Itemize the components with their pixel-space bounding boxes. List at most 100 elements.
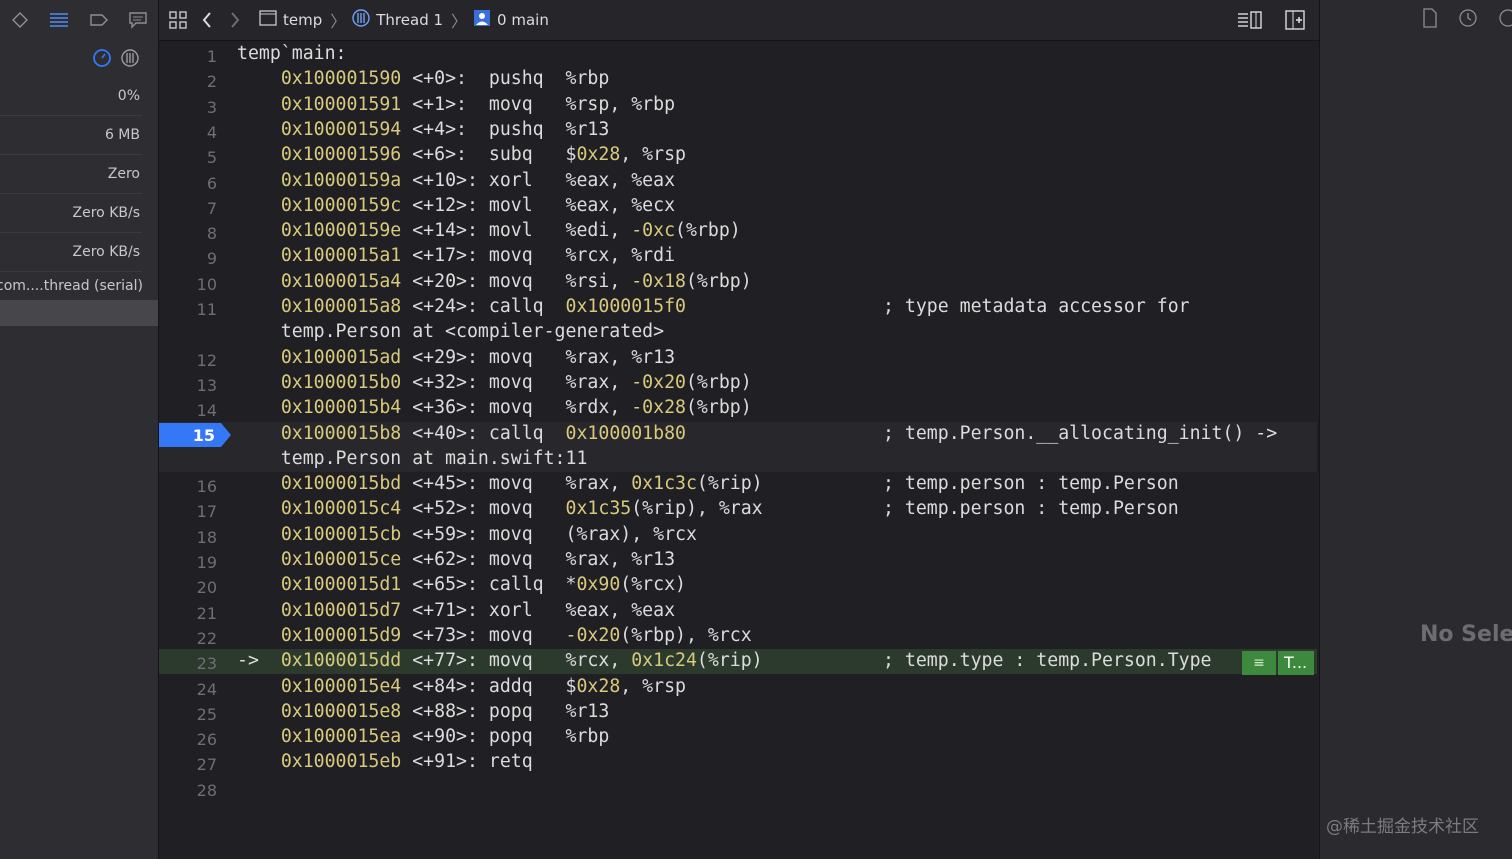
add-editor-icon[interactable] — [1285, 10, 1305, 30]
code-line[interactable]: 26 0x1000015ea <+90>: popq %rbp — [159, 725, 1317, 750]
line-number[interactable]: 14 — [159, 401, 217, 420]
forward-icon[interactable] — [229, 11, 241, 29]
cpu-gauge[interactable]: 0% — [0, 77, 142, 116]
line-number[interactable]: 20 — [159, 578, 217, 597]
energy-gauge[interactable]: Zero — [0, 155, 142, 194]
code-line[interactable]: 24 0x1000015e4 <+84>: addq $0x28, %rsp — [159, 675, 1317, 700]
report-navigator-icon[interactable] — [127, 9, 149, 31]
menu-lines-icon[interactable]: ≡ — [1242, 651, 1276, 675]
line-number[interactable]: 24 — [159, 680, 217, 699]
code-line[interactable]: 4 0x100001594 <+4>: pushq %r13 — [159, 118, 1317, 143]
code-line[interactable]: 3 0x100001591 <+1>: movq %rsp, %rbp — [159, 93, 1317, 118]
disk-gauge[interactable]: Zero KB/s — [0, 194, 142, 233]
crumb-project[interactable]: temp — [259, 10, 322, 30]
line-number[interactable]: 22 — [159, 629, 217, 648]
code-line[interactable]: 22 0x1000015d9 <+73>: movq -0x20(%rbp), … — [159, 624, 1317, 649]
line-number[interactable]: 19 — [159, 553, 217, 572]
line-number[interactable]: 25 — [159, 705, 217, 724]
line-number[interactable]: 1 — [159, 47, 217, 66]
chevron-right-icon: 〉 — [451, 12, 468, 31]
instruction-text: 0x1000015d9 <+73>: movq -0x20(%rbp), %rc… — [280, 624, 752, 646]
code-line[interactable]: 8 0x10000159e <+14>: movl %edi, -0xc(%rb… — [159, 219, 1317, 244]
instruction-address: 0x1000015b0 — [280, 371, 402, 393]
selected-frame-row[interactable] — [0, 300, 158, 326]
immediate-value: 0x28 — [576, 144, 621, 166]
code-line[interactable]: 10 0x1000015a4 <+20>: movq %rsi, -0x18(%… — [159, 270, 1317, 295]
code-line[interactable]: 14 0x1000015b4 <+36>: movq %rdx, -0x28(%… — [159, 396, 1317, 421]
debug-navigator-icon[interactable] — [48, 9, 70, 31]
related-items-icon[interactable] — [169, 11, 187, 29]
code-line[interactable]: 19 0x1000015ce <+62>: movq %rax, %r13 — [159, 548, 1317, 573]
instruction-text: 0x1000015bd <+45>: movq %rax, 0x1c3c(%ri… — [280, 473, 763, 495]
breakpoint-navigator-icon[interactable] — [9, 9, 31, 31]
line-number[interactable]: 26 — [159, 730, 217, 749]
line-number[interactable]: 9 — [159, 249, 217, 268]
line-number[interactable]: 6 — [159, 174, 217, 193]
code-line[interactable]: 20 0x1000015d1 <+65>: callq *0x90(%rcx) — [159, 573, 1317, 598]
line-number[interactable]: 2 — [159, 72, 217, 91]
adjust-editor-options-icon[interactable] — [1237, 11, 1263, 29]
code-line[interactable]: temp.Person at main.swift:11 — [159, 446, 1317, 473]
line-number[interactable]: 3 — [159, 98, 217, 117]
line-number[interactable]: 28 — [159, 781, 217, 800]
code-line[interactable]: 16 0x1000015bd <+45>: movq %rax, 0x1c3c(… — [159, 472, 1317, 497]
network-gauge[interactable]: Zero KB/s — [0, 233, 142, 272]
code-line[interactable]: 6 0x10000159a <+10>: xorl %eax, %eax — [159, 169, 1317, 194]
gauge-icon[interactable] — [92, 48, 112, 72]
instruction-comment: ; temp.Person.__allocating_init() -> — [883, 422, 1278, 444]
line-number[interactable]: 27 — [159, 755, 217, 774]
thread-item[interactable]: com....thread (serial) — [0, 270, 158, 302]
line-number[interactable]: 5 — [159, 148, 217, 167]
back-icon[interactable] — [201, 11, 213, 29]
history-inspector-icon[interactable] — [1458, 8, 1478, 32]
code-line[interactable]: 28 — [159, 776, 1317, 801]
line-number[interactable]: 13 — [159, 376, 217, 395]
instruction-address: 0x1000015e8 — [280, 700, 402, 722]
line-number[interactable]: 7 — [159, 199, 217, 218]
line-number[interactable]: 10 — [159, 275, 217, 294]
code-line[interactable]: 1 temp`main: — [159, 42, 1317, 67]
line-number[interactable]: 16 — [159, 477, 217, 496]
code-line[interactable]: 11 0x1000015a8 <+24>: callq 0x1000015f0;… — [159, 295, 1317, 320]
code-line[interactable]: 13 0x1000015b0 <+32>: movq %rax, -0x20(%… — [159, 371, 1317, 396]
code-line[interactable]: 18 0x1000015cb <+59>: movq (%rax), %rcx — [159, 523, 1317, 548]
line-number[interactable]: 12 — [159, 351, 217, 370]
thread-badge[interactable]: ≡ T... — [1242, 651, 1314, 675]
code-line[interactable]: 25 0x1000015e8 <+88>: popq %r13 — [159, 700, 1317, 725]
instruction-text: 0x1000015b4 <+36>: movq %rdx, -0x28(%rbp… — [280, 397, 752, 419]
process-view-icon[interactable] — [120, 48, 140, 72]
crumb-frame-label: 0 main — [497, 11, 549, 29]
instruction-text: 0x1000015a4 <+20>: movq %rsi, -0x18(%rbp… — [280, 270, 752, 292]
line-number[interactable]: 8 — [159, 224, 217, 243]
code-line[interactable]: 9 0x1000015a1 <+17>: movq %rcx, %rdi — [159, 244, 1317, 269]
line-number[interactable]: 4 — [159, 123, 217, 142]
line-number[interactable]: 11 — [159, 300, 217, 319]
file-inspector-icon[interactable] — [1422, 8, 1438, 32]
thread-badge-label[interactable]: T... — [1278, 651, 1314, 675]
code-line[interactable]: temp.Person at <compiler-generated> — [159, 320, 1317, 345]
code-line[interactable]: 21 0x1000015d7 <+71>: xorl %eax, %eax — [159, 599, 1317, 624]
code-line[interactable]: 7 0x10000159c <+12>: movl %eax, %ecx — [159, 194, 1317, 219]
immediate-value: -0x28 — [631, 397, 686, 419]
code-line[interactable]: 27 0x1000015eb <+91>: retq — [159, 750, 1317, 775]
code-line[interactable]: 5 0x100001596 <+6>: subq $0x28, %rsp — [159, 143, 1317, 168]
instruction-text: 0x1000015dd <+77>: movq %rcx, 0x1c24(%ri… — [280, 650, 763, 672]
breakpoint-marker[interactable]: 15 — [159, 423, 231, 447]
thread-icon — [352, 9, 370, 31]
code-line[interactable]: 12 0x1000015ad <+29>: movq %rax, %r13 — [159, 346, 1317, 371]
code-line[interactable]: 23 0x1000015dd <+77>: movq %rcx, 0x1c24(… — [159, 649, 1317, 675]
crumb-frame[interactable]: 0 main — [473, 9, 549, 31]
line-number[interactable]: 17 — [159, 502, 217, 521]
code-line[interactable]: 17 0x1000015c4 <+52>: movq 0x1c35(%rip),… — [159, 497, 1317, 522]
code-line[interactable]: 0x1000015b8 <+40>: callq 0x100001b80 ; te… — [159, 421, 1317, 447]
crumb-thread[interactable]: Thread 1 — [352, 9, 443, 31]
line-number[interactable]: 21 — [159, 604, 217, 623]
code-line[interactable]: 2 0x100001590 <+0>: pushq %rbp — [159, 67, 1317, 92]
instruction-text: 0x1000015e8 <+88>: popq %r13 — [280, 700, 610, 722]
help-inspector-icon[interactable] — [1498, 8, 1512, 32]
line-number[interactable]: 18 — [159, 528, 217, 547]
memory-gauge[interactable]: 6 MB — [0, 116, 142, 155]
line-number[interactable]: 23 — [159, 654, 217, 673]
tag-icon[interactable] — [88, 9, 110, 31]
disassembly-editor[interactable]: 1 temp`main: 2 0x100001590 <+0>: pushq %rb… — [159, 41, 1317, 859]
